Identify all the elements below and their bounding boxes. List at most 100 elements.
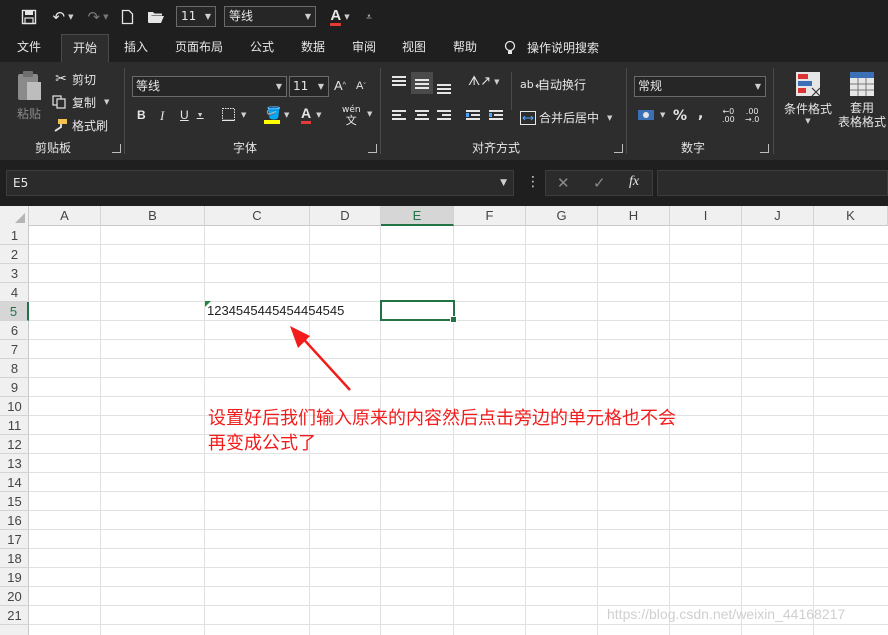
align-bottom-button[interactable] [437,80,451,94]
cut-button[interactable]: ✂ 剪切 [52,70,96,88]
save-icon[interactable] [18,5,40,29]
tab-formulas[interactable]: 公式 [241,34,283,62]
tab-page-layout[interactable]: 页面布局 [167,34,231,62]
merge-center-label: 合并后居中 [539,111,600,125]
wrap-text-button[interactable]: ab↲ 自动换行 [520,76,586,93]
paste-label: 粘贴 [16,107,41,121]
align-bottom-icon [437,80,451,94]
bold-button[interactable]: B [137,108,146,122]
chevron-down-icon: ▼ [275,82,282,91]
tab-insert[interactable]: 插入 [115,34,157,62]
increase-decimal-button[interactable]: ←0.00 [722,108,735,124]
conditional-format-icon [796,72,821,97]
increase-indent-button[interactable] [489,110,503,122]
undo-icon: ↶ [52,8,66,26]
undo-button[interactable]: ↶ ▼ [48,5,78,29]
number-dialog-launcher-icon[interactable] [760,144,769,153]
underline-button[interactable]: U ▼ [180,108,204,122]
annotation-line-2: 再变成公式了 [208,433,316,454]
tab-home[interactable]: 开始 [61,34,109,62]
name-box[interactable]: E5 ▼ [6,170,514,196]
wrap-text-icon: ab↲ [520,78,543,91]
align-top-button[interactable] [392,76,406,88]
tab-help[interactable]: 帮助 [444,34,486,62]
align-left-button[interactable] [392,110,406,122]
align-center-icon [415,110,429,122]
chevron-down-icon: ▼ [104,98,110,106]
decrease-indent-icon [466,110,480,122]
align-middle-button[interactable] [411,72,433,94]
tab-data[interactable]: 数据 [292,34,334,62]
insert-function-icon[interactable]: fx [629,174,639,190]
font-size-value: 11 [181,9,197,23]
format-as-table-label-1: 套用 [849,101,874,115]
decrease-decimal-button[interactable]: .00 →.0 [745,108,759,124]
format-painter-button[interactable]: 格式刷 [52,116,108,134]
format-as-table-icon [850,72,874,96]
new-document-icon[interactable] [118,5,136,29]
enter-icon[interactable]: ✓ [593,174,606,192]
font-name-value: 等线 [136,79,161,93]
more-options-icon[interactable]: ⋮ [526,174,540,190]
font-size-select[interactable]: 11 ▼ [289,76,329,97]
cancel-icon[interactable]: ✕ [557,174,570,192]
borders-button[interactable]: ▼ [222,108,246,121]
tab-review[interactable]: 审阅 [343,34,385,62]
tell-me-search[interactable]: 操作说明搜索 [503,34,613,62]
decrease-font-size-icon[interactable]: Aˇ [356,80,366,92]
chevron-down-icon: ▼ [367,110,373,118]
formula-input[interactable] [657,170,888,196]
font-name-value: 等线 [229,9,254,23]
align-right-button[interactable] [437,110,451,122]
font-name-select[interactable]: 等线 ▼ [132,76,287,97]
comma-style-button[interactable]: , [698,106,703,122]
decrease-decimal-icon-2: →.0 [745,115,760,124]
customize-qat-icon[interactable]: ⩡ [362,5,376,29]
group-separator [511,72,512,110]
percent-style-button[interactable]: % [673,108,687,124]
redo-icon: ↷ [87,8,101,26]
number-format-select[interactable]: 常规 ▼ [634,76,766,97]
font-color-button[interactable]: A ▼ [301,106,322,124]
chevron-down-icon: ▼ [754,82,761,91]
paste-button[interactable]: 粘贴 [12,70,46,130]
watermark: https://blog.csdn.net/weixin_44168217 [607,606,846,622]
font-color-icon: A [301,106,312,124]
italic-button[interactable]: I [160,108,164,124]
chevron-down-icon: ▼ [317,82,324,91]
accounting-format-button[interactable]: ▼ [637,108,665,122]
font-color-quick-button[interactable]: A ▼ [326,5,354,29]
font-size-quick-select[interactable]: 11 ▼ [176,6,216,27]
quick-access-toolbar: ↶ ▼ ↷ ▼ 11 ▼ 等线 ▼ A ▼ ⩡ [0,0,888,34]
chevron-down-icon: ▼ [103,13,109,21]
chevron-down-icon: ▼ [68,13,74,21]
copy-button[interactable]: 复制 ▼ [52,93,109,111]
align-center-button[interactable] [415,110,429,122]
merge-center-button[interactable]: 合并后居中 ▼ [520,109,612,126]
open-folder-icon[interactable] [145,5,167,29]
font-dialog-launcher-icon[interactable] [368,144,377,153]
phonetic-guide-button[interactable]: wén 文 [342,106,361,127]
conditional-format-button[interactable]: 条件格式 ▼ [780,70,836,125]
number-format-value: 常规 [638,79,663,93]
borders-icon [222,108,235,121]
chevron-down-icon: ▼ [805,117,811,125]
align-middle-icon [415,77,429,89]
clipboard-dialog-launcher-icon[interactable] [112,144,121,153]
alignment-dialog-launcher-icon[interactable] [614,144,623,153]
group-separator [124,68,125,154]
fill-color-button[interactable]: 🪣 ▼ [264,106,289,124]
redo-button[interactable]: ↷ ▼ [84,5,112,29]
chevron-down-icon: ▼ [316,111,322,119]
tab-file[interactable]: 文件 [8,34,50,62]
format-as-table-button[interactable]: 套用 表格格式 [836,70,888,129]
increase-font-size-icon[interactable]: A ^ [334,78,346,93]
copy-icon [52,95,66,109]
fill-color-icon: 🪣 [264,106,281,124]
number-group-label: 数字 [680,141,705,155]
font-name-quick-select[interactable]: 等线 ▼ [224,6,316,27]
orientation-button[interactable]: ᗑ↗ ▼ [468,74,500,89]
decrease-indent-button[interactable] [466,110,480,122]
phonetic-dropdown[interactable]: ▼ [364,110,372,118]
tab-view[interactable]: 视图 [393,34,435,62]
